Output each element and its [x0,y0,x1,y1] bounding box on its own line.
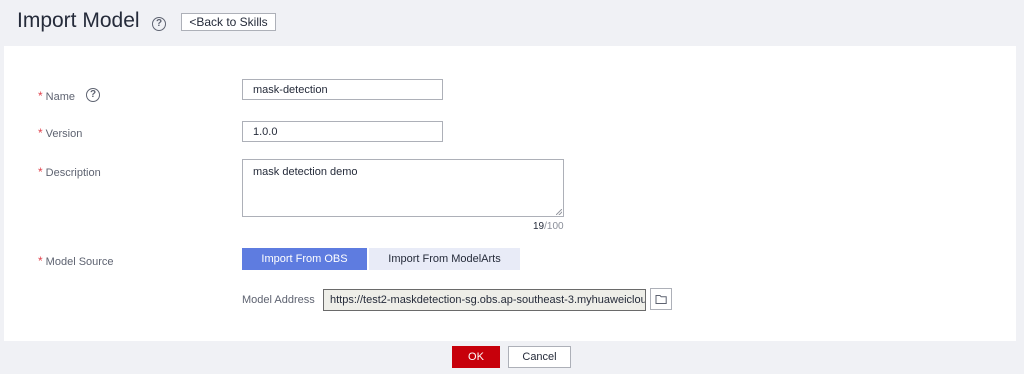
required-marker: * [38,126,43,140]
import-from-obs-button[interactable]: Import From OBS [242,248,367,270]
resize-grip-icon[interactable] [556,209,562,215]
description-counter: 19/100 [533,221,564,232]
description-textarea[interactable]: mask detection demo [242,159,564,217]
page-title: Import Model [17,9,140,32]
version-input[interactable]: 1.0.0 [242,121,443,142]
model-address-label: Model Address [242,294,315,306]
model-address-input[interactable]: https://test2-maskdetection-sg.obs.ap-so… [323,289,646,311]
required-marker: * [38,254,43,268]
browse-folder-button[interactable] [650,288,672,310]
version-label: * Version [38,126,83,140]
cancel-button[interactable]: Cancel [508,346,571,368]
description-label: * Description [38,165,101,179]
required-marker: * [38,89,43,103]
page-header: Import Model ? <Back to Skills [0,0,1024,46]
back-to-skills-button[interactable]: <Back to Skills [181,13,276,31]
name-input[interactable]: mask-detection [242,79,443,100]
description-text: mask detection demo [253,166,358,178]
required-marker: * [38,165,43,179]
question-circle-icon[interactable]: ? [152,17,166,31]
model-source-label: * Model Source [38,254,114,268]
folder-icon [655,295,667,304]
question-circle-icon[interactable]: ? [86,88,100,102]
name-label: * Name [38,89,76,103]
ok-button[interactable]: OK [452,346,500,368]
import-from-modelarts-button[interactable]: Import From ModelArts [369,248,520,270]
